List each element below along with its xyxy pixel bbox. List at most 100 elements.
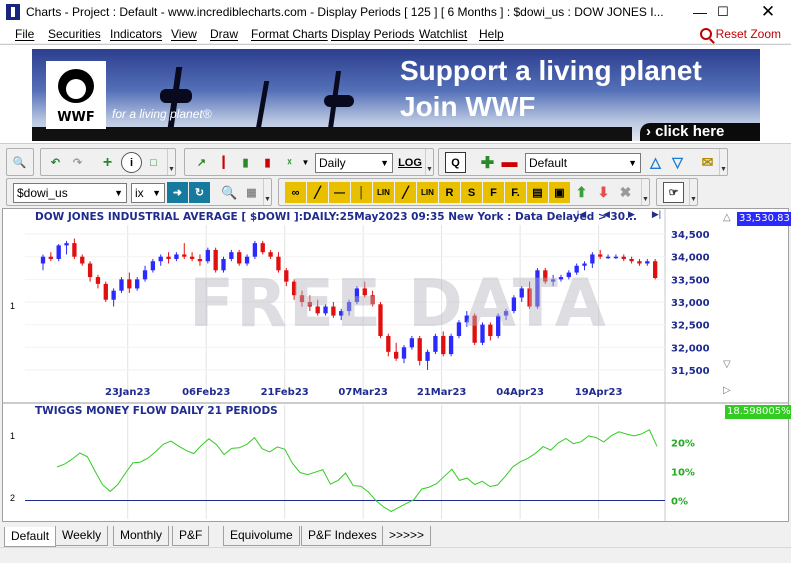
scroll-down-icon[interactable]: ▽ bbox=[723, 359, 731, 370]
fibonacci-button[interactable]: F bbox=[483, 182, 504, 203]
candle-color-icon[interactable]: ▮ bbox=[257, 152, 278, 173]
menu-draw[interactable]: Draw bbox=[210, 27, 238, 41]
scroll-right-icon[interactable]: ▷ bbox=[723, 385, 731, 396]
candle-body bbox=[621, 256, 626, 259]
tab-default[interactable]: Default bbox=[4, 527, 57, 547]
fibonacci-extension-button[interactable]: F. bbox=[505, 182, 526, 203]
annotation-icon[interactable]: ▤ bbox=[527, 182, 548, 203]
candle-body bbox=[182, 254, 187, 257]
project-select[interactable]: Default ▼ bbox=[525, 153, 641, 173]
trendline-icon[interactable]: ╱ bbox=[307, 182, 328, 203]
toolbar-overflow-icon[interactable]: ▼ bbox=[425, 149, 433, 175]
page-icon[interactable]: Q bbox=[445, 152, 466, 173]
tab-weekly[interactable]: Weekly bbox=[55, 526, 109, 546]
scroll-up-icon[interactable]: △ bbox=[723, 212, 731, 223]
linear-regression-channel-button[interactable]: LIN bbox=[417, 182, 438, 203]
candle-body bbox=[166, 256, 171, 259]
chart-svg[interactable]: 23Jan23 06Feb23 21Feb23 07Mar23 21Mar23 04Apr… bbox=[3, 209, 788, 521]
pointer-tool-icon[interactable]: ☞ bbox=[663, 182, 684, 203]
menu-file[interactable]: File bbox=[15, 27, 34, 41]
candle-body bbox=[111, 290, 116, 300]
magnify-icon[interactable]: 🔍 bbox=[9, 152, 30, 173]
crosshair-icon[interactable]: + bbox=[97, 152, 118, 173]
app-window: Charts - Project : Default - www.incredi… bbox=[0, 0, 791, 563]
remove-chart-icon[interactable]: ▬ bbox=[499, 152, 520, 173]
menu-view[interactable]: View bbox=[171, 27, 197, 41]
tab-equivolume[interactable]: Equivolume bbox=[223, 526, 300, 546]
linear-regression-button[interactable]: LIN bbox=[373, 182, 394, 203]
toolbar-security-group: $dowi_us ▼ ix ▼ ➜ ↻ 🔍 ▦ ▼ bbox=[6, 178, 272, 206]
candle-body bbox=[56, 245, 61, 259]
candle-body bbox=[590, 254, 595, 264]
banner-subheadline: Join WWF bbox=[400, 91, 536, 122]
bar-chart-icon[interactable]: ┃ bbox=[213, 152, 234, 173]
reset-zoom-button[interactable]: Reset Zoom bbox=[699, 27, 781, 41]
menu-display-periods[interactable]: Display Periods bbox=[331, 27, 414, 41]
menu-indicators[interactable]: Indicators bbox=[110, 27, 162, 41]
arrow-up-icon[interactable]: △ bbox=[645, 152, 666, 173]
delete-icon[interactable]: ✖ bbox=[615, 182, 636, 203]
toolbar-overflow-icon[interactable]: ▼ bbox=[641, 179, 649, 205]
period-select[interactable]: Daily ▼ bbox=[315, 153, 393, 173]
candle-body bbox=[150, 261, 156, 271]
buy-arrow-icon[interactable]: ⬆ bbox=[571, 182, 592, 203]
draw-link-icon[interactable]: ∞ bbox=[285, 182, 306, 203]
horizontal-line-icon[interactable]: — bbox=[329, 182, 350, 203]
menu-help[interactable]: Help bbox=[479, 27, 504, 41]
banner-click-here[interactable]: › click here bbox=[640, 123, 760, 141]
indicator-pane-number-bottom: 2 bbox=[10, 493, 16, 503]
toolbar-row-1: 🔍 ↶ ↷ + i □ ▼ ↗ ┃ ▮ ▮ ☓ ▼ Daily ▼ LOG ▼ … bbox=[0, 148, 791, 176]
redo-icon[interactable]: ↷ bbox=[67, 152, 88, 173]
menu-watchlist[interactable]: Watchlist bbox=[419, 27, 467, 41]
sell-arrow-icon[interactable]: ⬇ bbox=[593, 182, 614, 203]
nav-prev-icon[interactable]: ◀ bbox=[594, 209, 619, 220]
menu-securities[interactable]: Securities bbox=[48, 27, 101, 41]
tab-monthly[interactable]: Monthly bbox=[113, 526, 170, 546]
go-arrow-icon[interactable]: ➜ bbox=[167, 182, 188, 203]
support-button[interactable]: S bbox=[461, 182, 482, 203]
close-button[interactable]: ✕ bbox=[745, 0, 791, 24]
wwf-banner[interactable]: WWF for a living planet® Support a livin… bbox=[32, 49, 760, 141]
tab-pf-indexes[interactable]: P&F Indexes bbox=[301, 526, 384, 546]
candle-body bbox=[605, 256, 611, 259]
toolbar-overflow-icon[interactable]: ▼ bbox=[167, 149, 175, 175]
maximize-button[interactable]: ☐ bbox=[700, 0, 746, 24]
info-icon[interactable]: i bbox=[121, 152, 142, 173]
exchange-select[interactable]: ix ▼ bbox=[131, 183, 165, 203]
line-chart-icon[interactable]: ↗ bbox=[191, 152, 212, 173]
compare-icon[interactable]: ▦ bbox=[241, 182, 262, 203]
candle-body bbox=[142, 270, 148, 280]
chart-area[interactable]: 23Jan23 06Feb23 21Feb23 07Mar23 21Mar23 04Apr… bbox=[2, 208, 791, 522]
tab-point-figure[interactable]: P&F bbox=[172, 526, 210, 546]
title-bar[interactable]: Charts - Project : Default - www.incredi… bbox=[0, 0, 791, 24]
refresh-icon[interactable]: ↻ bbox=[189, 182, 210, 203]
nav-first-icon[interactable]: |◀ bbox=[569, 209, 594, 220]
nav-next-icon[interactable]: ▶ bbox=[619, 209, 644, 220]
tab-more[interactable]: >>>>> bbox=[382, 526, 432, 546]
toolbar-overflow-icon[interactable]: ▼ bbox=[263, 179, 271, 205]
add-chart-icon[interactable]: ✚ bbox=[477, 152, 498, 173]
indicator-last-value-badge: 18.598005% bbox=[725, 405, 791, 419]
chart-type-dropdown-icon[interactable]: ▼ bbox=[295, 152, 316, 173]
chart-layout-icon[interactable]: □ bbox=[143, 152, 164, 173]
candle-body bbox=[613, 256, 619, 259]
toolbar-overflow-icon[interactable]: ▼ bbox=[719, 149, 727, 175]
price-last-value-badge: 33,530.83 bbox=[737, 212, 791, 226]
email-icon[interactable]: ✉ bbox=[697, 152, 718, 173]
menu-format-charts[interactable]: Format Charts bbox=[251, 27, 328, 41]
security-select[interactable]: $dowi_us ▼ bbox=[13, 183, 127, 203]
date-tick-label: 21Mar23 bbox=[417, 387, 467, 398]
nav-last-icon[interactable]: ▶| bbox=[644, 209, 669, 220]
price-pane-number: 1 bbox=[10, 301, 16, 311]
undo-icon[interactable]: ↶ bbox=[45, 152, 66, 173]
indicator-pane-title: TWIGGS MONEY FLOW DAILY 21 PERIODS bbox=[35, 405, 278, 417]
log-scale-button[interactable]: LOG bbox=[398, 152, 422, 173]
channel-icon[interactable]: ╱ bbox=[395, 182, 416, 203]
vertical-line-icon[interactable]: │ bbox=[351, 182, 372, 203]
arrow-down-icon[interactable]: ▽ bbox=[667, 152, 688, 173]
resistance-button[interactable]: R bbox=[439, 182, 460, 203]
binoculars-icon[interactable]: 🔍 bbox=[219, 182, 240, 203]
note-icon[interactable]: ▣ bbox=[549, 182, 570, 203]
toolbar-overflow-icon[interactable]: ▼ bbox=[689, 179, 697, 205]
candlestick-icon[interactable]: ▮ bbox=[235, 152, 256, 173]
